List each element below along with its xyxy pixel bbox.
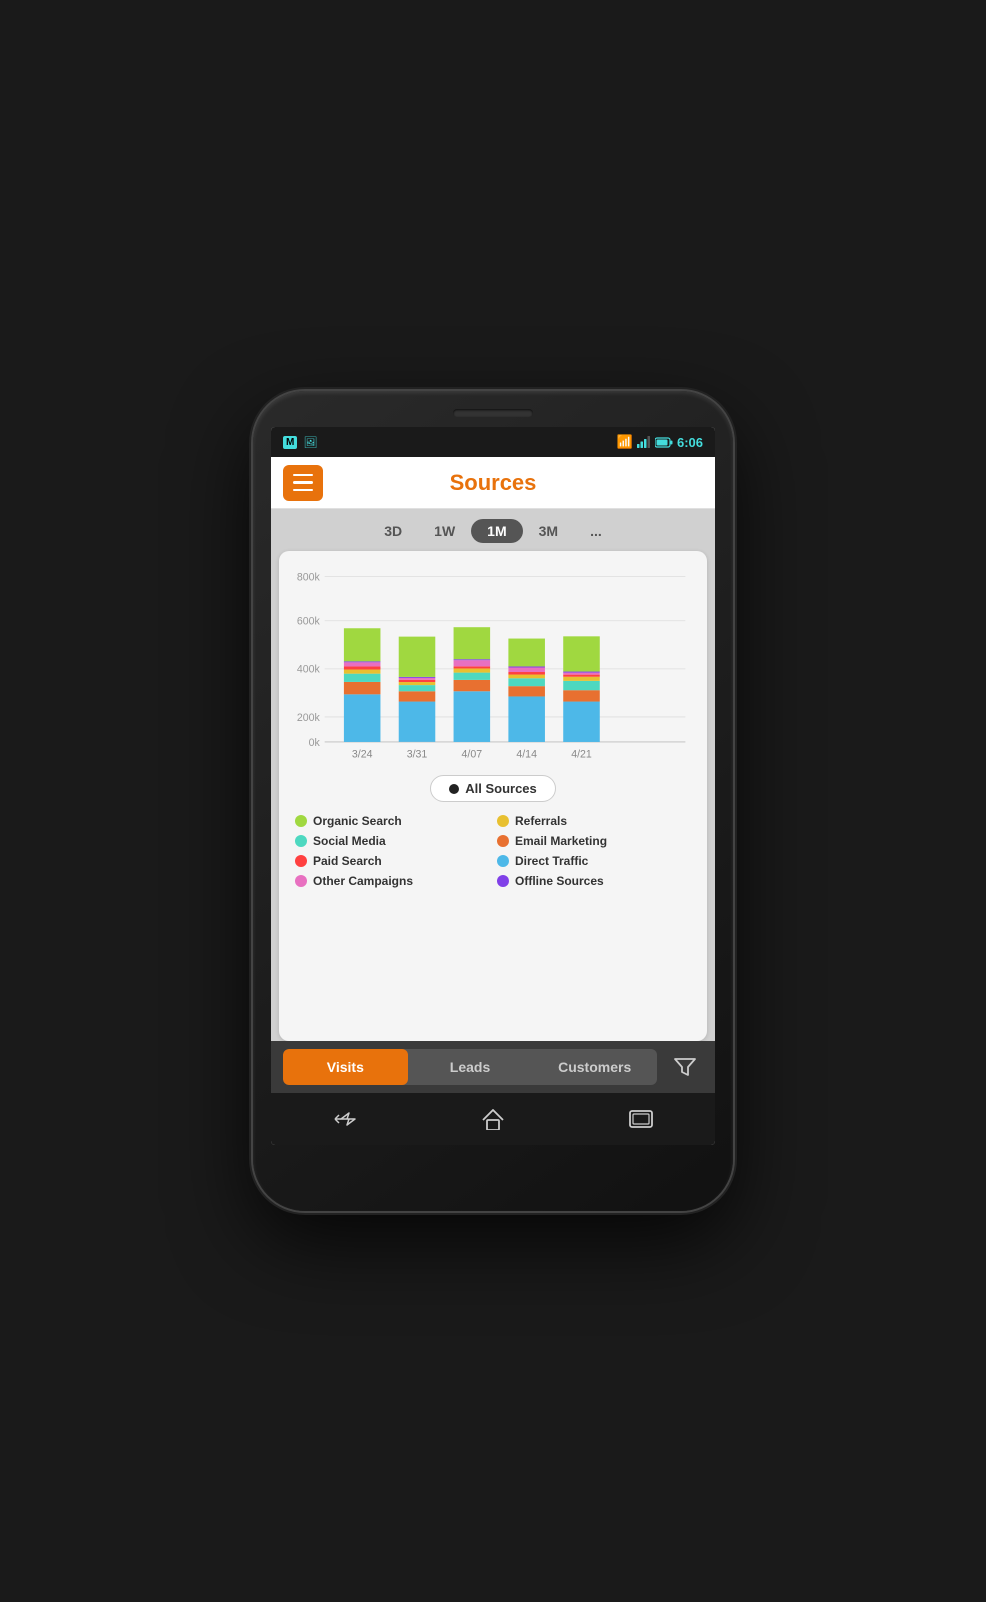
back-icon (331, 1109, 359, 1129)
social-media-dot (295, 835, 307, 847)
menu-line-3 (293, 489, 313, 492)
legend-paid-search[interactable]: Paid Search (295, 854, 489, 868)
legend-direct-traffic[interactable]: Direct Traffic (497, 854, 691, 868)
offline-sources-dot (497, 875, 509, 887)
tab-1w[interactable]: 1W (418, 519, 471, 543)
other-campaigns-dot (295, 875, 307, 887)
social-media-label: Social Media (313, 834, 386, 848)
svg-text:800k: 800k (297, 571, 321, 583)
svg-text:3/31: 3/31 (407, 748, 428, 760)
direct-traffic-dot (497, 855, 509, 867)
battery-icon (655, 437, 673, 448)
recents-icon (629, 1110, 653, 1128)
svg-text:600k: 600k (297, 616, 321, 628)
organic-search-dot (295, 815, 307, 827)
legend-other-campaigns[interactable]: Other Campaigns (295, 874, 489, 888)
chart-legend: Organic Search Referrals Social Media Em… (291, 814, 695, 888)
svg-text:400k: 400k (297, 664, 321, 676)
svg-text:0k: 0k (309, 737, 321, 749)
tab-3d[interactable]: 3D (368, 519, 418, 543)
tab-customers[interactable]: Customers (532, 1049, 657, 1085)
tab-1m[interactable]: 1M (471, 519, 522, 543)
tab-3m[interactable]: 3M (523, 519, 574, 543)
svg-text:3/24: 3/24 (352, 748, 373, 760)
svg-text:200k: 200k (297, 712, 321, 724)
paid-search-dot (295, 855, 307, 867)
all-sources-label: All Sources (465, 781, 537, 796)
organic-search-label: Organic Search (313, 814, 402, 828)
all-sources-button[interactable]: All Sources (430, 775, 556, 802)
tab-visits[interactable]: Visits (283, 1049, 408, 1085)
phone-device: M 🖼 📶 6:06 (253, 391, 733, 1211)
filter-button[interactable] (667, 1049, 703, 1085)
referrals-label: Referrals (515, 814, 567, 828)
menu-line-1 (293, 474, 313, 477)
app-header: Sources (271, 457, 715, 509)
filter-icon (674, 1057, 696, 1077)
direct-traffic-label: Direct Traffic (515, 854, 588, 868)
svg-text:4/14: 4/14 (516, 748, 537, 760)
legend-organic-search[interactable]: Organic Search (295, 814, 489, 828)
legend-offline-sources[interactable]: Offline Sources (497, 874, 691, 888)
gmail-icon: M (283, 436, 297, 449)
status-right: 📶 6:06 (617, 434, 703, 450)
bar-4-14 (508, 639, 545, 742)
bar-chart: 800k 600k 400k 200k 0k (291, 565, 695, 765)
app-content: 3D 1W 1M 3M ... 800k 600k 400k (271, 509, 715, 1041)
status-bar: M 🖼 📶 6:06 (271, 427, 715, 457)
bar-3-31 (399, 637, 436, 742)
nav-bar (271, 1093, 715, 1145)
chart-card: 800k 600k 400k 200k 0k (279, 551, 707, 1041)
signal-icon (637, 436, 651, 448)
home-button[interactable] (468, 1099, 518, 1139)
time-display: 6:06 (677, 435, 703, 450)
legend-social-media[interactable]: Social Media (295, 834, 489, 848)
time-filter-tabs: 3D 1W 1M 3M ... (271, 509, 715, 551)
bottom-tab-bar: Visits Leads Customers (271, 1041, 715, 1093)
bar-3-24 (344, 628, 381, 742)
back-button[interactable] (320, 1099, 370, 1139)
bar-4-21 (563, 636, 600, 742)
legend-referrals[interactable]: Referrals (497, 814, 691, 828)
home-icon (481, 1108, 505, 1130)
recents-button[interactable] (616, 1099, 666, 1139)
status-icons-left: M 🖼 (283, 436, 317, 449)
paid-search-label: Paid Search (313, 854, 382, 868)
legend-email-marketing[interactable]: Email Marketing (497, 834, 691, 848)
chart-area: 800k 600k 400k 200k 0k (291, 565, 695, 765)
other-campaigns-label: Other Campaigns (313, 874, 413, 888)
all-sources-dot (449, 784, 459, 794)
svg-text:4/21: 4/21 (571, 748, 592, 760)
phone-speaker (453, 409, 533, 417)
email-marketing-label: Email Marketing (515, 834, 607, 848)
menu-line-2 (293, 481, 313, 484)
referrals-dot (497, 815, 509, 827)
wifi-icon: 📶 (617, 434, 633, 450)
metric-tabs: Visits Leads Customers (283, 1049, 657, 1085)
tab-leads[interactable]: Leads (408, 1049, 533, 1085)
email-marketing-dot (497, 835, 509, 847)
svg-text:4/07: 4/07 (462, 748, 483, 760)
offline-sources-label: Offline Sources (515, 874, 604, 888)
image-icon: 🖼 (303, 436, 317, 449)
phone-screen: M 🖼 📶 6:06 (271, 427, 715, 1145)
menu-button[interactable] (283, 465, 323, 501)
bar-4-07 (454, 627, 491, 742)
tab-more[interactable]: ... (574, 519, 618, 543)
page-title: Sources (323, 470, 663, 496)
